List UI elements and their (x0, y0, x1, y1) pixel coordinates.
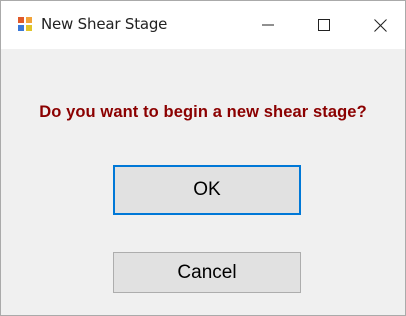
dialog-message: Do you want to begin a new shear stage? (39, 103, 367, 121)
minimize-button[interactable] (245, 1, 291, 49)
dialog-window: New Shear Stage Do you want to begin a n… (0, 0, 406, 316)
cancel-button[interactable]: Cancel (113, 252, 301, 293)
title-bar[interactable]: New Shear Stage (1, 1, 405, 49)
maximize-button[interactable] (301, 1, 347, 49)
minimize-icon (262, 24, 274, 26)
app-icon (17, 16, 33, 32)
close-button[interactable] (357, 1, 403, 49)
window-title: New Shear Stage (41, 15, 168, 33)
maximize-icon (318, 19, 330, 31)
ok-button[interactable]: OK (113, 165, 301, 215)
close-icon (373, 18, 387, 32)
